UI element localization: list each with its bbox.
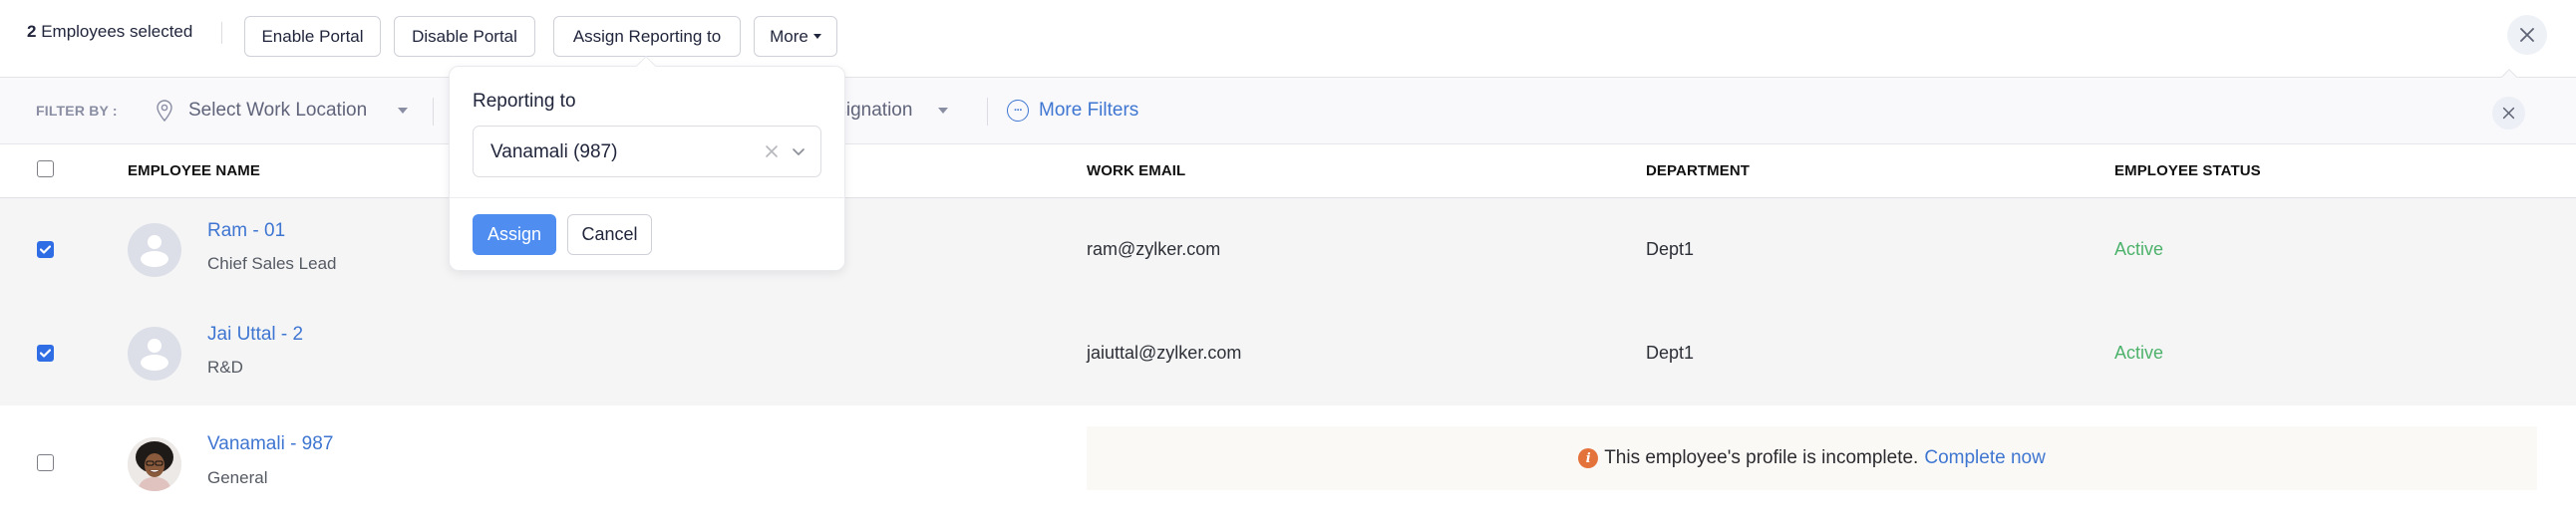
- employee-name-link[interactable]: Vanamali - 987: [207, 433, 333, 455]
- table-row[interactable]: Jai Uttal - 2 R&D jaiuttal@zylker.com De…: [0, 302, 2576, 405]
- employee-designation: R&D: [207, 358, 243, 377]
- incomplete-profile-banner: i This employee's profile is incomplete.…: [1087, 426, 2537, 490]
- employee-designation: Chief Sales Lead: [207, 254, 337, 273]
- table-header: EMPLOYEE NAME WORK EMAIL DEPARTMENT EMPL…: [0, 144, 2576, 198]
- enable-portal-label: Enable Portal: [261, 26, 364, 46]
- work-location-placeholder: Select Work Location: [188, 100, 368, 121]
- chevron-down-icon[interactable]: [791, 143, 806, 159]
- assign-reporting-to-label: Assign Reporting to: [572, 26, 722, 46]
- caret-down-icon: [812, 34, 821, 39]
- employee-designation: General: [207, 468, 268, 487]
- status-badge: Active: [2114, 343, 2164, 363]
- assign-reporting-to-button[interactable]: Assign Reporting to: [553, 16, 741, 57]
- department: Dept1: [1646, 343, 1695, 363]
- disable-portal-button[interactable]: Disable Portal: [394, 16, 535, 57]
- assign-reporting-popover: Reporting to Vanamali (987) Assign Cance…: [449, 56, 845, 271]
- selected-count-label: 2 Employees selected: [27, 22, 192, 42]
- table-row[interactable]: Ram - 01 Chief Sales Lead ram@zylker.com…: [0, 198, 2576, 302]
- close-filter-button[interactable]: [2492, 97, 2525, 130]
- employee-photo: [128, 437, 181, 491]
- table-row[interactable]: Vanamali - 987 General i This employee's…: [0, 405, 2576, 509]
- enable-portal-button[interactable]: Enable Portal: [244, 16, 381, 57]
- clear-icon[interactable]: [763, 142, 781, 160]
- checkmark-icon: [40, 349, 51, 358]
- divider: [221, 22, 222, 44]
- profile-photo-icon: [128, 437, 181, 491]
- more-filters-link[interactable]: ··· More Filters: [1007, 96, 1138, 126]
- column-header-work-email[interactable]: WORK EMAIL: [1087, 162, 1185, 179]
- reporting-to-value: Vanamali (987): [490, 141, 618, 162]
- user-placeholder-icon: [141, 235, 168, 267]
- dropdown-arrow-icon: [398, 108, 409, 114]
- assign-button[interactable]: Assign: [473, 214, 556, 255]
- more-dots-icon: ···: [1007, 100, 1029, 122]
- dropdown-arrow-icon: [938, 108, 949, 114]
- close-icon: [2502, 107, 2515, 120]
- close-selection-button[interactable]: [2507, 15, 2547, 55]
- status-badge: Active: [2114, 239, 2164, 259]
- more-label: More: [770, 26, 808, 46]
- work-email: jaiuttal@zylker.com: [1087, 343, 1242, 363]
- filter-bar: FILTER BY : Select Work Location Select …: [0, 78, 2576, 144]
- row-checkbox[interactable]: [37, 454, 54, 471]
- selected-count-suffix: Employees selected: [36, 22, 193, 41]
- complete-now-link[interactable]: Complete now: [1924, 447, 2045, 469]
- avatar-placeholder: [128, 223, 181, 277]
- filter-by-label: FILTER BY :: [36, 103, 118, 119]
- select-all-checkbox[interactable]: [37, 160, 54, 177]
- employee-name-link[interactable]: Jai Uttal - 2: [207, 324, 303, 346]
- avatar-placeholder: [128, 327, 181, 381]
- reporting-to-select[interactable]: Vanamali (987): [473, 126, 821, 177]
- work-email: ram@zylker.com: [1087, 239, 1221, 259]
- user-placeholder-icon: [141, 339, 168, 371]
- reporting-to-label: Reporting to: [473, 91, 576, 112]
- row-checkbox[interactable]: [37, 345, 54, 362]
- column-header-employee-name[interactable]: EMPLOYEE NAME: [128, 162, 260, 179]
- column-header-employee-status[interactable]: EMPLOYEE STATUS: [2114, 162, 2261, 179]
- more-actions-button[interactable]: More: [754, 16, 837, 57]
- employee-name-link[interactable]: Ram - 01: [207, 220, 285, 242]
- popover-divider: [450, 197, 844, 198]
- incomplete-profile-message: This employee's profile is incomplete.: [1604, 447, 1919, 468]
- location-pin-icon: [157, 100, 172, 123]
- work-location-filter[interactable]: Select Work Location: [155, 96, 409, 126]
- checkmark-icon: [40, 245, 51, 254]
- info-icon: i: [1578, 448, 1599, 468]
- filter-divider: [987, 98, 988, 126]
- filter-divider: [433, 98, 434, 126]
- department: Dept1: [1646, 239, 1695, 259]
- close-icon: [2520, 28, 2534, 42]
- disable-portal-label: Disable Portal: [412, 26, 517, 46]
- more-filters-label: More Filters: [1039, 100, 1139, 121]
- column-header-department[interactable]: DEPARTMENT: [1646, 162, 1750, 179]
- bulk-action-bar: 2 Employees selected Enable Portal Disab…: [0, 0, 2576, 78]
- cancel-button[interactable]: Cancel: [567, 214, 652, 255]
- row-checkbox[interactable]: [37, 241, 54, 258]
